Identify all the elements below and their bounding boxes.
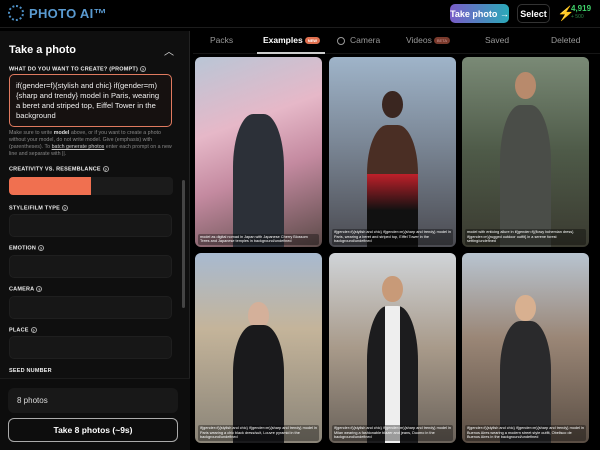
tab-deleted[interactable]: Deleted	[551, 35, 580, 45]
tab-examples-label: Examples	[263, 35, 303, 45]
beta-badge: BETA	[433, 37, 450, 45]
example-photo-card[interactable]: if(gender=f){stylish and chic} if(gender…	[329, 57, 456, 247]
photo-subject	[367, 306, 418, 443]
help-icon[interactable]: ?	[30, 327, 37, 333]
prompt-label: WHAT DO YOU WANT TO CREATE? (PROMPT)?	[9, 66, 147, 73]
style-label-text: STYLE/FILM TYPE	[9, 205, 60, 212]
camera-select[interactable]	[9, 296, 172, 319]
new-badge: NEW	[304, 37, 321, 45]
help-model: model	[53, 130, 70, 136]
style-label: STYLE/FILM TYPE?	[9, 205, 68, 211]
photo-caption: if(gender=f){stylish and chic} if(gender…	[332, 425, 453, 441]
place-label: PLACE?	[9, 327, 37, 333]
photo-subject	[233, 114, 284, 247]
photo-caption: if(gender=f){stylish and chic} if(gender…	[465, 425, 586, 441]
prompt-input[interactable]: if(gender=f){stylish and chic} if(gender…	[9, 74, 172, 127]
credits-value: 4,919	[571, 4, 592, 13]
tab-packs[interactable]: Packs	[210, 35, 233, 45]
place-label-text: PLACE	[9, 327, 29, 334]
take-photo-button[interactable]: Take photo →	[450, 4, 509, 23]
help-icon[interactable]: ?	[61, 205, 68, 211]
tab-camera-label: Camera	[350, 35, 381, 45]
help-icon[interactable]: ?	[36, 286, 43, 292]
brand-name: PHOTO AI™	[29, 5, 107, 21]
seed-label: SEED NUMBER	[9, 368, 52, 374]
panel-title: Take a photo	[9, 44, 77, 56]
tab-camera[interactable]: Camera	[337, 35, 380, 45]
photo-caption: if(gender=f){stylish and chic} if(gender…	[198, 425, 319, 441]
emotion-select[interactable]	[9, 255, 172, 278]
prompt-help: Make sure to write model above, or if yo…	[9, 130, 172, 158]
credits-counter: 4,919 + 500	[571, 4, 591, 22]
example-photo-card[interactable]: model as digital nomad in Japan with Jap…	[195, 57, 322, 247]
photo-subject	[382, 275, 403, 303]
batch-generate-link[interactable]: batch generate photos	[52, 144, 105, 150]
panel-scrollbar[interactable]	[182, 180, 185, 308]
place-select[interactable]	[9, 336, 172, 359]
active-tab-indicator	[257, 52, 325, 54]
slider-fill	[9, 177, 91, 195]
creativity-label: CREATIVITY VS. RESEMBLANCE?	[9, 166, 109, 172]
tab-bar	[193, 28, 600, 54]
example-photo-card[interactable]: model with enticing allure in if(gender=…	[462, 57, 589, 247]
photo-count-select[interactable]: 8 photos	[8, 388, 178, 413]
take-photos-button[interactable]: Take 8 photos (~9s)	[8, 418, 178, 442]
photo-subject	[515, 294, 536, 322]
tab-videos-label: Videos	[406, 35, 432, 45]
creativity-slider[interactable]	[9, 177, 173, 195]
brand-logo[interactable]: PHOTO AI™	[8, 5, 107, 21]
help-icon[interactable]: ?	[102, 166, 109, 172]
photo-caption: model with enticing allure in if(gender=…	[465, 229, 586, 245]
photo-subject	[515, 72, 536, 99]
top-bar: PHOTO AI™ Take photo → Select ⚡ 4,919 + 5…	[0, 0, 600, 28]
panel-footer: 8 photos Take 8 photos (~9s)	[0, 378, 190, 450]
tab-videos[interactable]: Videos BETA	[406, 35, 450, 45]
photo-caption: model as digital nomad in Japan with Jap…	[198, 233, 319, 245]
tab-saved[interactable]: Saved	[485, 35, 509, 45]
select-button[interactable]: Select	[517, 4, 550, 23]
help-icon[interactable]: ?	[38, 245, 45, 251]
creativity-label-text: CREATIVITY VS. RESEMBLANCE	[9, 166, 101, 173]
credits-sub: + 500	[571, 14, 584, 20]
emotion-label-text: EMOTION	[9, 245, 37, 252]
help-icon[interactable]: ?	[140, 66, 147, 72]
camera-label: CAMERA?	[9, 286, 43, 293]
emotion-label: EMOTION?	[9, 245, 45, 252]
photo-subject	[500, 104, 551, 247]
photo-caption: if(gender=f){stylish and chic} if(gender…	[332, 229, 453, 245]
style-select[interactable]	[9, 214, 172, 237]
prompt-label-text: WHAT DO YOU WANT TO CREATE? (PROMPT)	[9, 66, 139, 73]
example-photo-card[interactable]: if(gender=f){stylish and chic} if(gender…	[462, 253, 589, 443]
example-photo-card[interactable]: if(gender=f){stylish and chic} if(gender…	[329, 253, 456, 443]
logo-icon	[8, 5, 24, 21]
example-photo-card[interactable]: if(gender=f){stylish and chic} if(gender…	[195, 253, 322, 443]
camera-label-text: CAMERA	[9, 286, 35, 293]
help-text: Make sure to write	[9, 130, 54, 136]
tab-examples[interactable]: Examples NEW	[263, 35, 321, 45]
camera-icon	[337, 36, 345, 45]
collapse-chevron-icon[interactable]: ︿	[164, 43, 174, 58]
photo-subject	[382, 91, 403, 118]
